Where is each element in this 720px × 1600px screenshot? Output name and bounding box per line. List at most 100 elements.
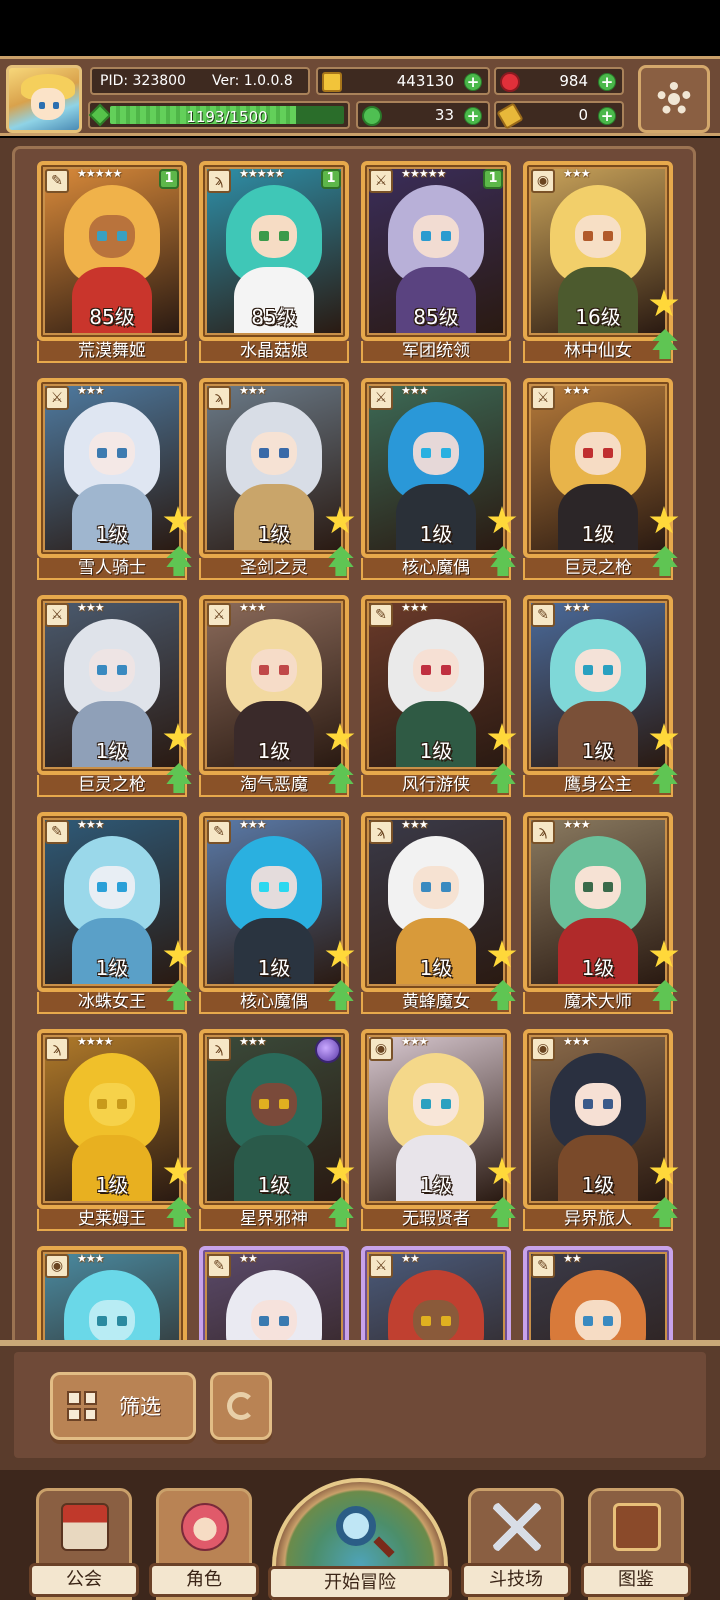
nav-arena-label: 斗技场 [461,1563,571,1597]
hero-grid[interactable]: ✎ ★★★★★ 1 85级 荒漠舞姬 ϡ ★★★★★ 1 85级 水晶菇娘 ⚔ … [12,146,696,1342]
hero-card[interactable]: ✎ ★★★★★ 1 85级 荒漠舞姬 [37,161,187,363]
hero-level: 1级 [419,739,453,763]
character-icon [181,1503,229,1551]
rarity-stars: ★★★ [239,818,267,831]
hero-card[interactable]: ✎ ★★★ 1级 鹰身公主 [523,595,679,797]
hero-card[interactable]: ϡ ★★★ 1级 黄蜂魔女 [361,812,517,1014]
hero-name: 鹰身公主 [523,775,673,797]
sword-icon: ⚔ [45,603,69,627]
sword-icon: ⚔ [207,603,231,627]
hero-portrait-frame: ϡ ★★★ 1级 [523,812,673,992]
hero-card[interactable]: ◉ ★★★ 16级 林中仙女 [523,161,679,363]
hero-card[interactable]: ϡ ★★★ 1级 魔术大师 [523,812,679,1014]
hero-portrait-frame: ✎ ★★ [199,1246,349,1342]
gold-coin-icon [322,72,342,92]
hero-card[interactable]: ⚔ ★★★ 1级 淘气恶魔 [199,595,355,797]
hero-portrait-frame: ◉ ★★★ 1级 [361,1029,511,1209]
hero-name: 淘气恶魔 [199,775,349,797]
shield-icon: ◉ [369,1037,393,1061]
rarity-stars: ★★★★★ [239,167,284,180]
hero-portrait-frame: ✎ ★★★★★ 1 85级 [37,161,187,341]
hero-level: 1级 [257,522,291,546]
hero-name: 雪人骑士 [37,558,187,580]
hero-name: 军团统领 [361,341,511,363]
hero-card[interactable]: ✎ ★★★ 1级 风行游侠 [361,595,517,797]
top-status-bar: PID: 323800 Ver: 1.0.0.8 1193/1500 44313… [0,56,720,136]
nav-codex-label: 图鉴 [581,1563,691,1597]
hero-card[interactable]: ⚔ ★★★ 1级 巨灵之枪 [37,595,193,797]
hero-card[interactable]: ϡ ★★★★★ 1 85级 水晶菇娘 [199,161,349,363]
filter-button[interactable]: 筛选 [50,1372,196,1440]
hero-level: 1级 [257,739,291,763]
rarity-stars: ★★★ [77,818,105,831]
hero-name: 水晶菇娘 [199,341,349,363]
wand-icon: ϡ [45,1037,69,1061]
rarity-stars: ★★★ [401,384,429,397]
hero-portrait-frame: ⚔ ★★★ 1级 [361,378,511,558]
hero-card[interactable]: ϡ ★★★★ 1级 史莱姆王 [37,1029,193,1231]
hero-card[interactable]: ϡ ★★★ 1级 星界邪神 [199,1029,355,1231]
hero-card[interactable]: ◉ ★★★ 1级 异界旅人 [523,1029,679,1231]
nav-arena[interactable]: 斗技场 [461,1488,571,1600]
rarity-stars: ★★★ [401,1035,429,1048]
feather-icon: ✎ [207,1254,231,1278]
hero-level: 1级 [581,1173,615,1197]
key-icon [496,102,524,130]
hero-level: 1级 [257,956,291,980]
rarity-stars: ★★★ [239,384,267,397]
rarity-stars: ★★★ [563,1035,591,1048]
crossed-swords-icon [493,1503,541,1551]
refresh-icon [227,1392,255,1420]
refresh-button[interactable] [210,1372,272,1440]
hero-card[interactable]: ◉ ★★★ [37,1246,187,1342]
hero-card[interactable]: ✎ ★★ [199,1246,349,1342]
hero-level: 1级 [95,739,129,763]
add-key-button[interactable]: + [598,107,616,125]
nav-codex[interactable]: 图鉴 [581,1488,691,1600]
add-gem-button[interactable]: + [598,73,616,91]
sword-icon: ⚔ [45,386,69,410]
hero-card[interactable]: ⚔ ★★★ 1级 巨灵之枪 [523,378,679,580]
hero-level: 1级 [419,1173,453,1197]
hero-card[interactable]: ✎ ★★★ 1级 冰蛛女王 [37,812,193,1014]
avatar-eye [53,102,59,109]
hero-name: 冰蛛女王 [37,992,187,1014]
experience-icon [88,103,112,127]
nav-character[interactable]: 角色 [149,1488,259,1600]
settings-button[interactable] [638,65,710,133]
gear-icon [657,82,691,116]
hero-card[interactable]: ⚔ ★★★ 1级 核心魔偶 [361,378,517,580]
hero-card[interactable]: ⚔ ★★ [361,1246,511,1342]
hero-name: 黄蜂魔女 [361,992,511,1014]
nav-start-adventure[interactable]: 开始冒险 [268,1478,452,1600]
rarity-stars: ★★★★ [77,1035,113,1048]
nav-character-label: 角色 [149,1563,259,1597]
hero-card[interactable]: ✎ ★★★ 1级 核心魔偶 [199,812,355,1014]
hero-name: 林中仙女 [523,341,673,363]
hero-level: 85级 [89,305,135,329]
hero-portrait-frame: ⚔ ★★★ 1级 [37,378,187,558]
element-orb-icon [315,1037,341,1063]
key-amount: 0 [578,106,588,124]
add-clover-button[interactable]: + [464,107,482,125]
add-gold-button[interactable]: + [464,73,482,91]
feather-icon: ✎ [369,603,393,627]
hero-card[interactable]: ◉ ★★★ 1级 无瑕贤者 [361,1029,517,1231]
hero-card[interactable]: ⚔ ★★★ 1级 雪人骑士 [37,378,193,580]
feather-icon: ✎ [45,820,69,844]
hero-portrait-frame: ◉ ★★★ 1级 [523,1029,673,1209]
hero-card[interactable]: ⚔ ★★★★★ 1 85级 军团统领 [361,161,511,363]
hero-portrait-frame: ϡ ★★★ 1级 [199,378,349,558]
hero-badge: 1 [483,169,503,189]
hero-portrait-frame: ⚔ ★★★ 1级 [523,378,673,558]
hero-card[interactable]: ϡ ★★★ 1级 圣剑之灵 [199,378,355,580]
hero-card[interactable]: ✎ ★★ [523,1246,673,1342]
magnifier-icon [336,1506,376,1546]
player-avatar[interactable] [6,65,82,133]
hero-name: 魔术大师 [523,992,673,1014]
hero-portrait-frame: ϡ ★★★ 1级 [199,1029,349,1209]
sword-icon: ⚔ [369,386,393,410]
feather-icon: ✎ [531,1254,555,1278]
nav-guild-label: 公会 [29,1563,139,1597]
nav-guild[interactable]: 公会 [29,1488,139,1600]
